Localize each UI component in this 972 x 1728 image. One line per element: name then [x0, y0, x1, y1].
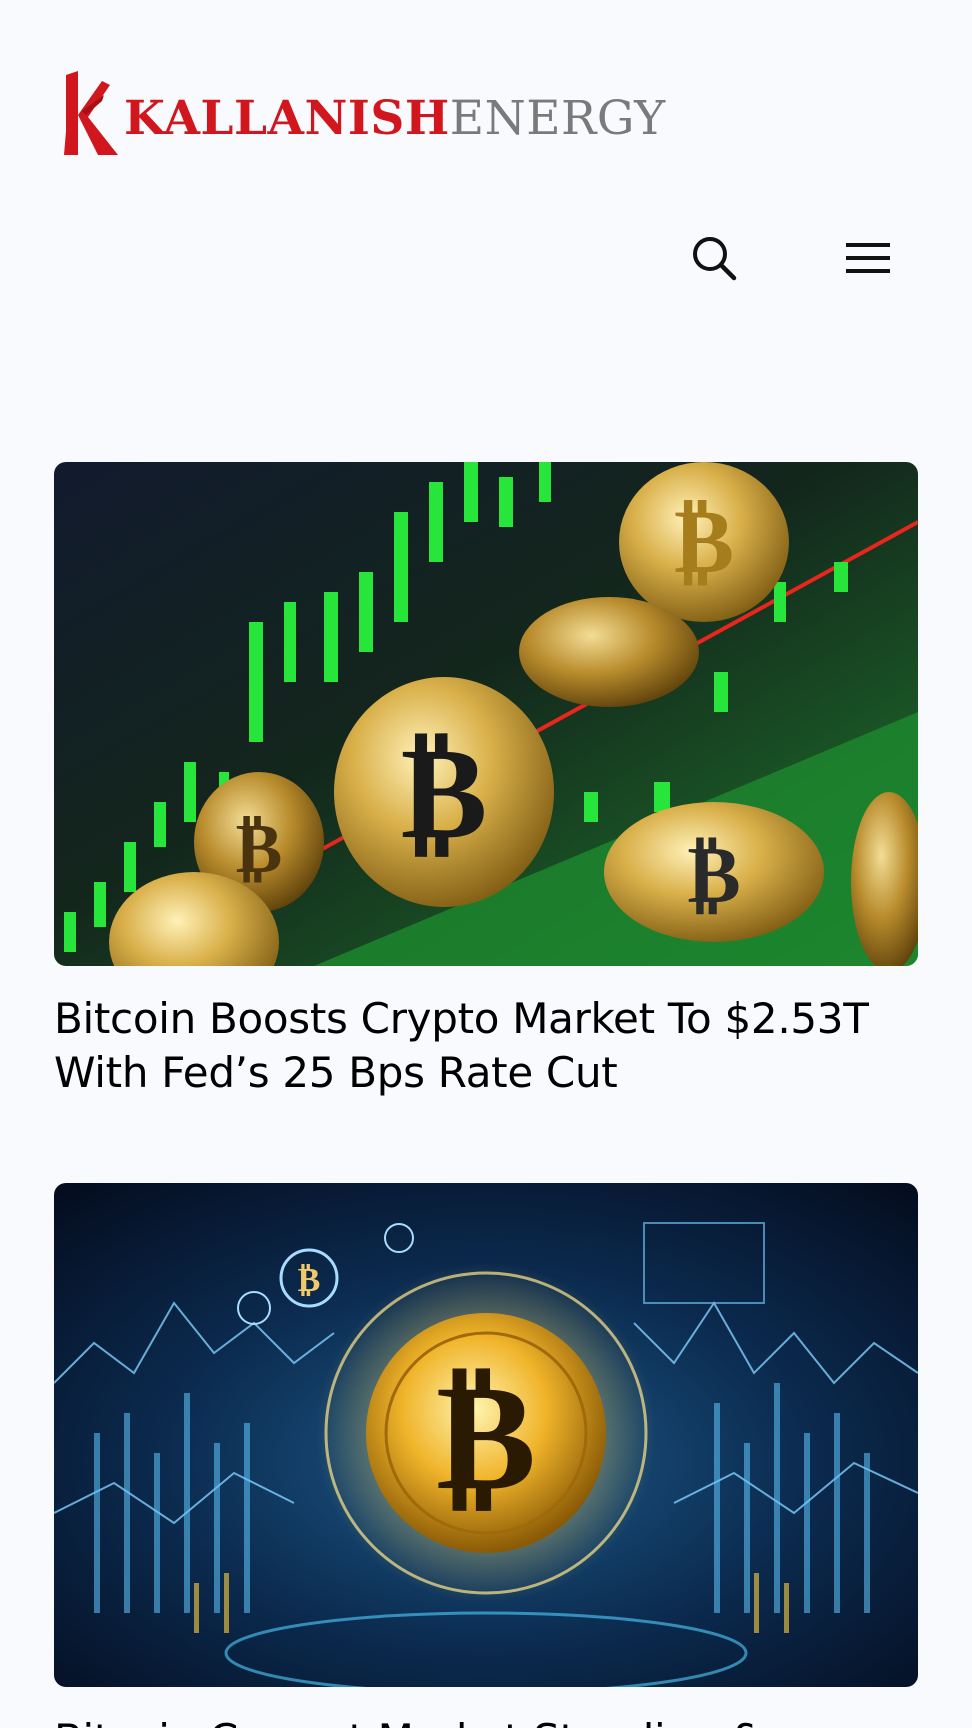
- logo-wordmark: KALLANISHENERGY: [124, 95, 666, 142]
- article-title[interactable]: Bitcoin Boosts Crypto Market To $2.53T W…: [54, 992, 934, 1100]
- logo-brand-primary: KALLANISH: [124, 90, 450, 146]
- page: KALLANISHENERGY ₿ ₿ ₿ ₿ Bitcoin Boosts C…: [0, 0, 972, 1728]
- menu-button[interactable]: [836, 226, 900, 290]
- site-logo[interactable]: KALLANISHENERGY: [58, 68, 678, 158]
- svg-text:₿: ₿: [674, 489, 734, 594]
- logo-brand-secondary: ENERGY: [449, 90, 666, 146]
- svg-text:₿: ₿: [298, 1260, 321, 1300]
- article-title[interactable]: Bitcoin Current Market Standing &: [54, 1713, 934, 1728]
- search-button[interactable]: [682, 226, 746, 290]
- search-icon: [693, 237, 737, 281]
- svg-text:₿: ₿: [236, 807, 283, 889]
- article-thumbnail-link[interactable]: ₿ ₿ ₿ ₿: [54, 462, 918, 966]
- article-card: ₿ ₿ Bitcoin Current Market Standing &: [54, 1183, 918, 1728]
- article-image: ₿ ₿ ₿ ₿: [54, 462, 918, 966]
- hamburger-menu-icon: [846, 243, 890, 273]
- svg-text:₿: ₿: [401, 716, 488, 868]
- logo-mark-icon: [64, 71, 118, 155]
- svg-text:₿: ₿: [687, 828, 740, 921]
- article-image: ₿ ₿: [54, 1183, 918, 1687]
- article-card: ₿ ₿ ₿ ₿ Bitcoin Boosts Crypto Market To …: [54, 462, 918, 1100]
- article-thumbnail-link[interactable]: ₿ ₿: [54, 1183, 918, 1687]
- svg-text:₿: ₿: [436, 1350, 536, 1524]
